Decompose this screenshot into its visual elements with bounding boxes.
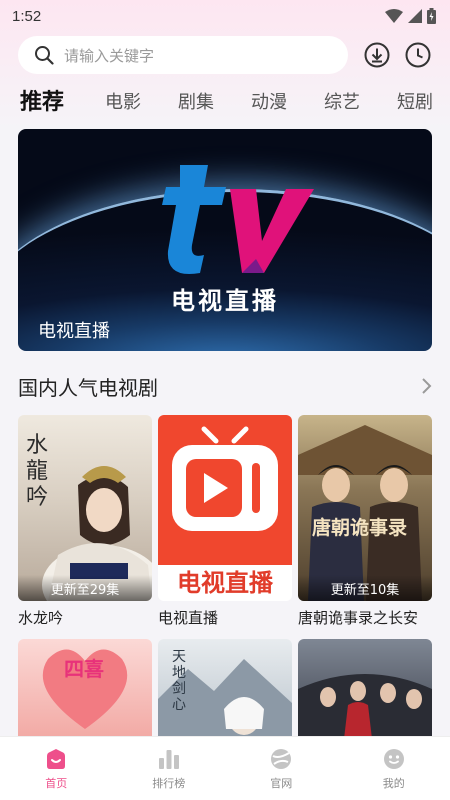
wifi-icon — [385, 9, 403, 23]
nav-label: 我的 — [382, 777, 405, 790]
download-icon — [364, 42, 390, 68]
battery-icon — [427, 8, 436, 24]
search-input[interactable]: 请输入关键字 — [18, 36, 348, 74]
poster-title-art: 电视直播 — [177, 569, 273, 597]
banner-logo-text: 电视直播 — [171, 287, 279, 315]
poster-title-art: 四喜 — [64, 657, 104, 681]
tab-anime[interactable]: 动漫 — [251, 88, 287, 118]
hero-banner[interactable]: 电视直播 电视直播 — [18, 129, 432, 351]
section-title: 国内人气电视剧 — [18, 375, 158, 400]
show-title: 电视直播 — [158, 609, 219, 627]
bottom-navigation: 首页 排行榜 官网 我的 — [0, 736, 450, 800]
status-bar: 1:52 — [0, 0, 450, 32]
poster-title-art: 水龍吟 — [26, 433, 49, 510]
nav-website[interactable]: 官网 — [225, 737, 338, 800]
category-tabs: 推荐 电影 剧集 动漫 综艺 短剧 — [20, 84, 450, 118]
poster-art — [298, 674, 432, 739]
episode-badge: 更新至29集 — [18, 575, 152, 601]
poster-title-art: 唐朝诡事录 — [312, 517, 408, 539]
download-button[interactable] — [363, 41, 391, 69]
tab-recommend[interactable]: 推荐 — [20, 84, 64, 118]
show-poster: 唐朝诡事录 更新至10集 — [298, 415, 432, 601]
show-title: 唐朝诡事录之长安 — [298, 609, 419, 627]
show-poster: 电视直播 — [158, 415, 292, 601]
show-poster: 水龍吟 更新至29集 — [18, 415, 152, 601]
ranking-chart-icon — [158, 750, 179, 769]
show-card[interactable]: 唐朝诡事录 更新至10集 唐朝诡事录之长安 — [298, 415, 432, 628]
status-time: 1:52 — [12, 7, 42, 25]
tab-movies[interactable]: 电影 — [105, 88, 141, 118]
nav-ranking[interactable]: 排行榜 — [113, 737, 226, 800]
show-title: 水龙吟 — [18, 609, 64, 627]
show-card[interactable] — [298, 639, 432, 739]
search-row: 请输入关键字 — [18, 36, 436, 74]
nav-label: 官网 — [270, 777, 293, 790]
show-poster — [298, 639, 432, 739]
nav-profile[interactable]: 我的 — [338, 737, 450, 800]
website-globe-icon — [271, 749, 292, 769]
tab-series[interactable]: 剧集 — [178, 88, 214, 118]
nav-home[interactable]: 首页 — [0, 737, 113, 800]
search-placeholder: 请输入关键字 — [64, 46, 155, 65]
poster-title-art: 天地剑心 — [172, 649, 186, 713]
section-header[interactable]: 国内人气电视剧 — [18, 372, 432, 400]
cellular-signal-icon — [408, 9, 422, 23]
show-card[interactable]: 天地剑心 — [158, 639, 292, 739]
tv-app-icon — [158, 415, 292, 565]
home-icon — [47, 749, 66, 769]
status-icons — [385, 8, 436, 24]
episode-badge: 更新至10集 — [298, 575, 432, 601]
poster-art — [298, 425, 432, 601]
show-card[interactable]: 四喜 — [18, 639, 152, 739]
show-card[interactable]: 水龍吟 更新至29集 水龙吟 — [18, 415, 152, 628]
show-poster: 天地剑心 — [158, 639, 292, 739]
show-poster: 四喜 — [18, 639, 152, 739]
chevron-right-icon[interactable] — [420, 377, 432, 395]
profile-face-icon — [383, 749, 404, 769]
nav-label: 排行榜 — [152, 777, 186, 790]
tab-variety[interactable]: 综艺 — [324, 88, 360, 118]
show-card[interactable]: 电视直播 电视直播 — [158, 415, 292, 628]
tab-short-drama[interactable]: 短剧 — [397, 88, 433, 118]
banner-caption: 电视直播 — [38, 321, 110, 342]
tv-logo — [162, 165, 314, 275]
history-button[interactable] — [404, 41, 432, 69]
search-icon — [35, 46, 54, 65]
nav-label: 首页 — [45, 777, 68, 790]
history-clock-icon — [405, 42, 431, 68]
